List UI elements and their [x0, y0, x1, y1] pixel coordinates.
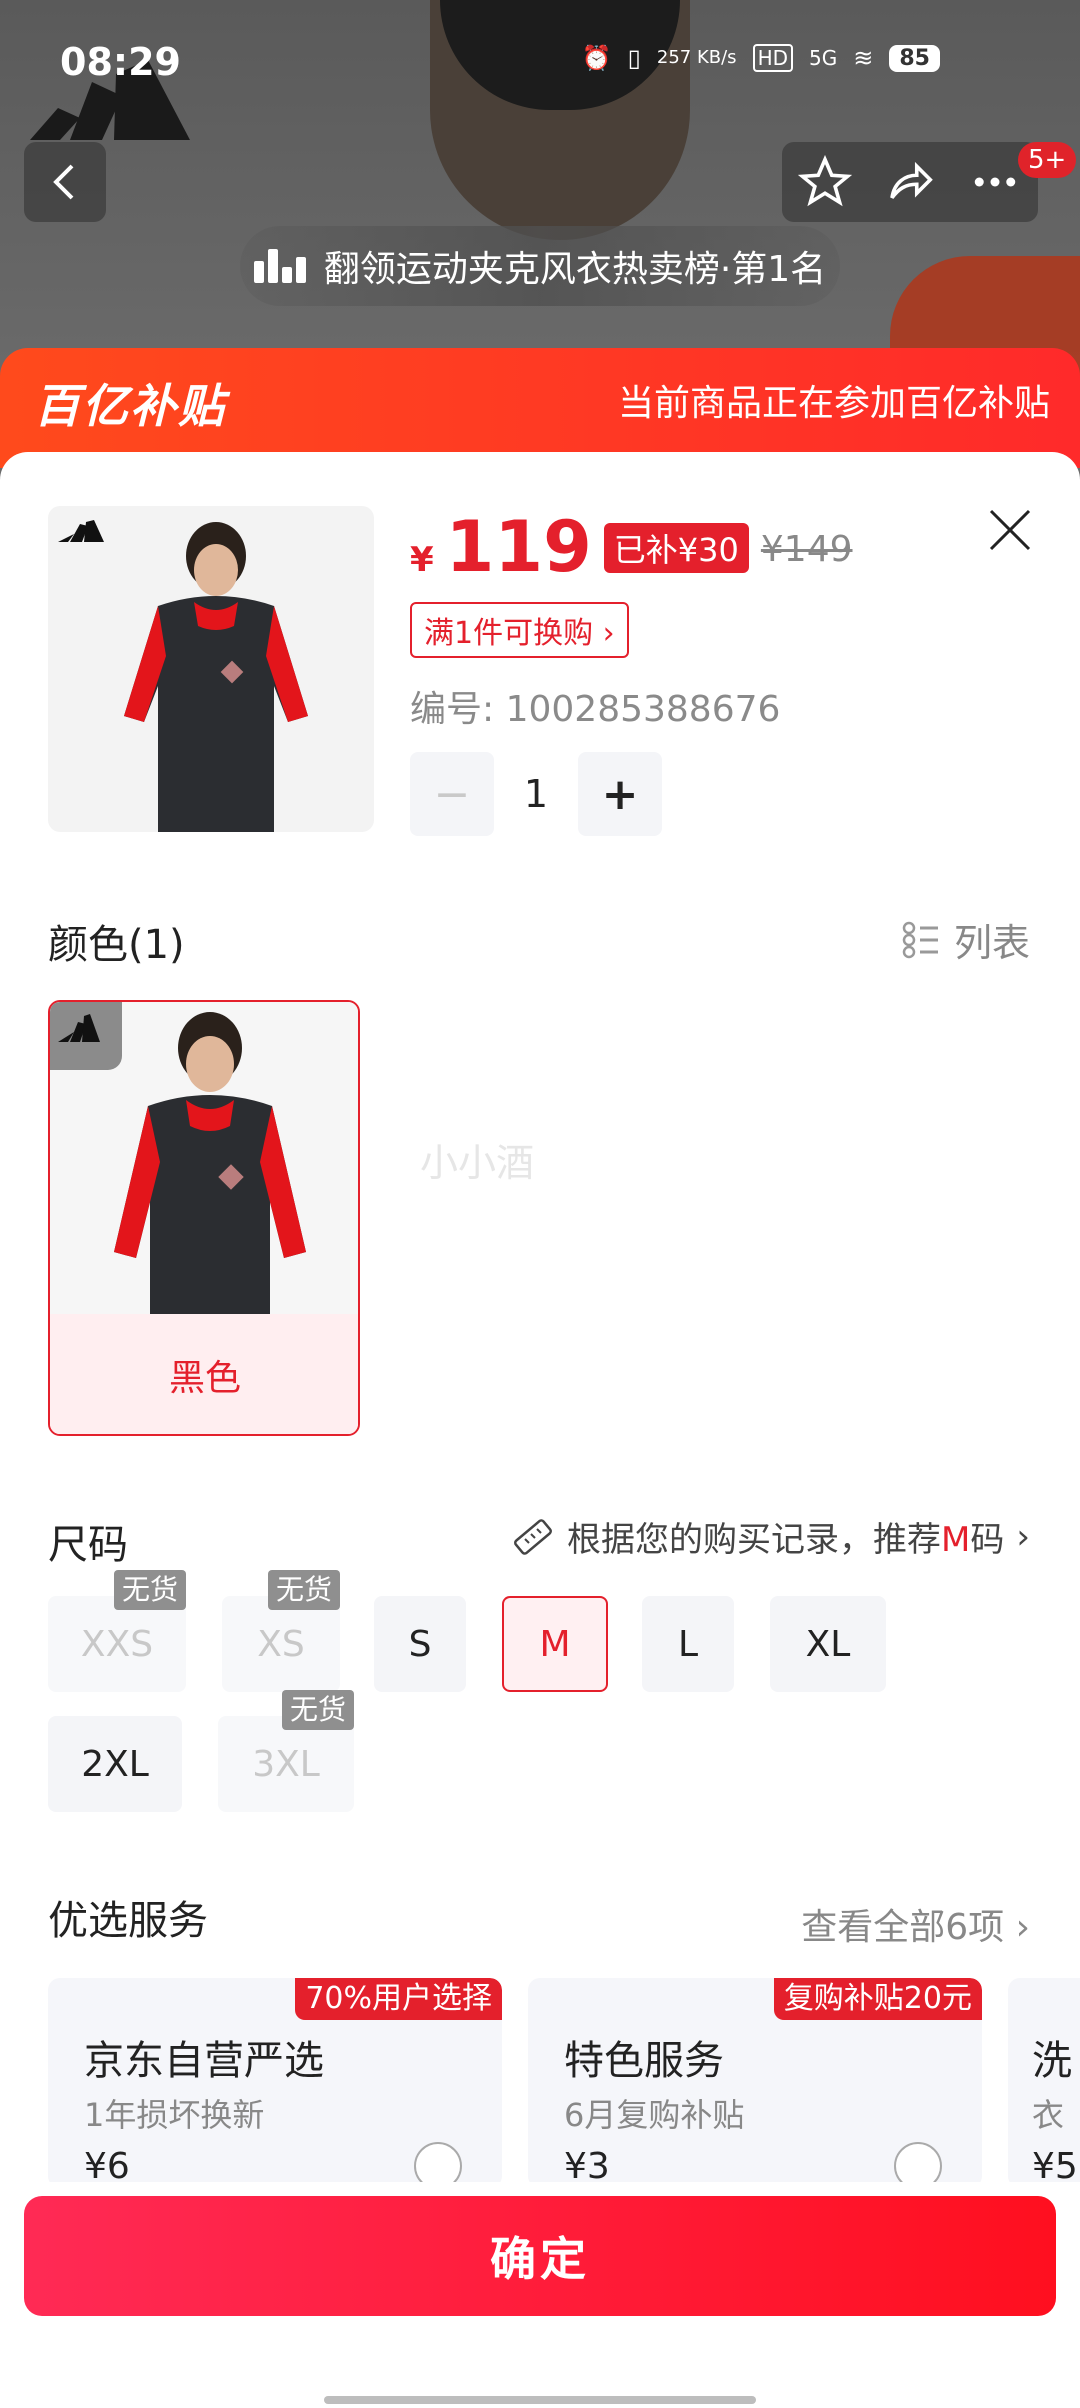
sku-number: 编号: 100285388676: [410, 689, 781, 730]
sku-selector-sheet: ¥ 119 已补¥30 ¥149 满1件可换购 › 编号: 1002853886…: [0, 452, 1080, 2408]
close-icon: [989, 509, 1031, 551]
service-description: 1年损坏换新: [84, 2096, 265, 2134]
watermark-text: 小小酒: [420, 1141, 535, 1185]
size-label: 2XL: [81, 1743, 149, 1785]
view-all-label: 查看全部6项: [801, 1907, 1005, 1948]
size-option-xl[interactable]: XL: [770, 1596, 886, 1692]
exchange-promo-button[interactable]: 满1件可换购 ›: [410, 602, 629, 658]
top-actions: [782, 142, 1038, 222]
list-view-toggle[interactable]: 列表: [902, 912, 1030, 967]
size-option-2xl[interactable]: 2XL: [48, 1716, 182, 1812]
decrease-quantity-button[interactable]: −: [410, 752, 494, 836]
notification-badge: 5+: [1018, 142, 1077, 178]
chevron-right-icon: ›: [1015, 1907, 1030, 1948]
zoom-badge-icon[interactable]: [50, 1002, 122, 1070]
size-option-s[interactable]: S: [374, 1596, 466, 1692]
quantity-stepper: − 1 +: [410, 752, 662, 836]
wifi-icon: ≋: [853, 44, 874, 72]
chevron-right-icon: ›: [602, 616, 615, 651]
status-bar: 08:29 ⏰ ▯ 257 KB/s HD 5G ≋ 85: [0, 0, 1080, 120]
service-tag: 70%用户选择: [295, 1978, 502, 2020]
service-price: ¥6: [84, 2146, 130, 2187]
product-thumbnail: [48, 506, 374, 832]
original-price: ¥149: [760, 529, 853, 570]
services-section-title: 优选服务: [48, 1898, 208, 1944]
out-of-stock-tag: 无货: [281, 1690, 354, 1730]
size-label: L: [677, 1623, 699, 1665]
size-label: XL: [805, 1623, 851, 1665]
ruler-icon: [514, 1518, 553, 1555]
confirm-bar: 确定: [0, 2182, 1080, 2408]
share-icon[interactable]: [883, 155, 937, 209]
list-view-label: 列表: [953, 921, 1030, 965]
service-card-partial[interactable]: 洗 衣 ¥5: [1008, 1978, 1080, 2188]
recommend-prefix: 根据您的购买记录，推荐: [567, 1520, 942, 1560]
size-label: 3XL: [252, 1743, 320, 1785]
size-option-xs[interactable]: XS 无货: [222, 1570, 340, 1692]
size-label: M: [539, 1623, 571, 1665]
size-option-l[interactable]: L: [642, 1596, 734, 1692]
service-description: 衣: [1032, 2096, 1065, 2134]
service-description: 6月复购补贴: [564, 2096, 745, 2134]
size-option-3xl[interactable]: 3XL 无货: [218, 1690, 354, 1812]
view-all-services-link[interactable]: 查看全部6项 ›: [801, 1898, 1030, 1950]
currency-symbol: ¥: [410, 540, 434, 580]
ranking-pill[interactable]: 翻领运动夹克风衣热卖榜·第1名: [240, 226, 840, 306]
color-option-black[interactable]: 黑色: [48, 1000, 360, 1436]
promo-label: 满1件可换购: [424, 616, 594, 651]
quantity-value: 1: [523, 772, 549, 816]
size-label: XXS: [80, 1623, 154, 1665]
increase-quantity-button[interactable]: +: [578, 752, 662, 836]
star-icon[interactable]: [797, 155, 852, 209]
confirm-button[interactable]: 确定: [24, 2196, 1056, 2316]
ranking-bars-icon: [253, 249, 306, 283]
color-option-label: 黑色: [50, 1314, 358, 1434]
subsidy-logo: 百亿补贴: [34, 379, 226, 433]
status-time: 08:29: [60, 40, 181, 84]
more-icon[interactable]: [968, 155, 1022, 209]
service-price: ¥3: [564, 2146, 610, 2187]
current-price: 119: [445, 506, 592, 588]
size-section-title: 尺码: [48, 1522, 128, 1568]
recommend-text: 根据您的购买记录，推荐M码: [567, 1512, 1004, 1561]
subsidy-banner-text: 当前商品正在参加百亿补贴: [617, 383, 1050, 424]
recommend-size: M: [941, 1520, 971, 1560]
chevron-left-icon: [53, 164, 74, 200]
size-label: XS: [257, 1623, 305, 1665]
vibrate-icon: ▯: [627, 44, 641, 72]
price-row: ¥ 119 已补¥30 ¥149: [410, 512, 853, 583]
size-recommendation-link[interactable]: 根据您的购买记录，推荐M码 ›: [511, 1512, 1030, 1561]
subsidy-banner: 百亿补贴 当前商品正在参加百亿补贴: [0, 348, 1080, 468]
service-card[interactable]: 复购补贴20元 特色服务 6月复购补贴 ¥3: [528, 1978, 982, 2188]
chevron-right-icon: ›: [1016, 1516, 1030, 1557]
color-section-title: 颜色(1): [48, 922, 185, 968]
hd-icon: HD: [752, 44, 794, 72]
back-button[interactable]: [24, 142, 106, 222]
net-speed: 257 KB/s: [656, 47, 737, 68]
home-indicator: [324, 2396, 756, 2404]
list-icon: [902, 921, 938, 958]
status-icons: ⏰ ▯ 257 KB/s HD 5G ≋ 85: [582, 44, 940, 72]
battery-icon: 85: [889, 44, 940, 72]
subsidy-amount-badge: 已补¥30: [603, 523, 749, 573]
service-name: 洗: [1032, 2038, 1072, 2084]
signal-icon: 5G: [809, 46, 838, 70]
alarm-icon: ⏰: [581, 44, 612, 72]
out-of-stock-tag: 无货: [267, 1570, 340, 1610]
service-name: 京东自营严选: [84, 2038, 324, 2084]
close-button[interactable]: [980, 500, 1040, 560]
service-card[interactable]: 70%用户选择 京东自营严选 1年损坏换新 ¥6: [48, 1978, 502, 2188]
size-option-m[interactable]: M: [502, 1596, 608, 1692]
ranking-text: 翻领运动夹克风衣热卖榜·第1名: [323, 249, 827, 290]
size-option-xxs[interactable]: XXS 无货: [48, 1570, 186, 1692]
service-tag: 复购补贴20元: [773, 1978, 982, 2020]
service-name: 特色服务: [564, 2038, 724, 2084]
size-label: S: [408, 1623, 432, 1665]
recommend-suffix: 码: [970, 1520, 1005, 1560]
out-of-stock-tag: 无货: [113, 1570, 186, 1610]
service-price: ¥5: [1032, 2146, 1078, 2187]
